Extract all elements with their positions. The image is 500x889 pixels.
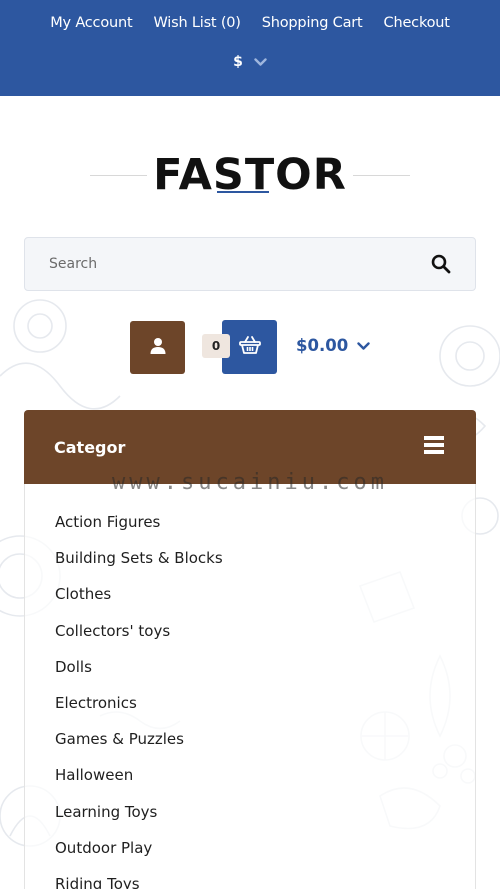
- account-button[interactable]: [130, 321, 185, 374]
- header-actions: 0 $0.00: [0, 320, 500, 375]
- hamburger-icon[interactable]: [424, 436, 444, 458]
- search-icon[interactable]: [431, 254, 451, 274]
- cart-total-dropdown[interactable]: $0.00: [296, 336, 370, 355]
- category-item-games-puzzles[interactable]: Games & Puzzles: [25, 721, 475, 757]
- category-item-action-figures[interactable]: Action Figures: [25, 504, 475, 540]
- wish-list-link[interactable]: Wish List (0): [153, 15, 240, 31]
- logo-text-part3: OR: [275, 150, 347, 200]
- site-logo[interactable]: FASTOR: [90, 150, 410, 202]
- currency-selector[interactable]: $: [0, 54, 500, 70]
- search-input[interactable]: [49, 256, 431, 272]
- category-item-learning-toys[interactable]: Learning Toys: [25, 794, 475, 830]
- top-nav: My Account Wish List (0) Shopping Cart C…: [0, 15, 500, 31]
- category-item-building-sets[interactable]: Building Sets & Blocks: [25, 540, 475, 576]
- category-item-halloween[interactable]: Halloween: [25, 757, 475, 793]
- chevron-down-icon: [254, 57, 267, 67]
- cart-count-badge: 0: [202, 334, 230, 358]
- cart-button[interactable]: [222, 320, 277, 374]
- category-item-riding-toys[interactable]: Riding Toys: [25, 866, 475, 889]
- search-bar: [24, 237, 476, 291]
- top-bar: My Account Wish List (0) Shopping Cart C…: [0, 0, 500, 96]
- my-account-link[interactable]: My Account: [50, 15, 132, 31]
- category-item-dolls[interactable]: Dolls: [25, 649, 475, 685]
- checkout-link[interactable]: Checkout: [384, 15, 450, 31]
- shopping-cart-link[interactable]: Shopping Cart: [262, 15, 363, 31]
- currency-symbol: $: [233, 54, 243, 70]
- watermark-text: www.sucainiu.com: [112, 470, 388, 495]
- category-list: Action Figures Building Sets & Blocks Cl…: [24, 484, 476, 889]
- chevron-down-icon: [357, 336, 370, 355]
- category-item-electronics[interactable]: Electronics: [25, 685, 475, 721]
- category-title: Categor: [54, 437, 126, 457]
- category-item-clothes[interactable]: Clothes: [25, 576, 475, 612]
- user-icon: [149, 337, 167, 359]
- basket-icon: [238, 335, 261, 359]
- category-item-outdoor-play[interactable]: Outdoor Play: [25, 830, 475, 866]
- category-item-collectors-toys[interactable]: Collectors' toys: [25, 613, 475, 649]
- logo-accent-underline: [217, 191, 269, 193]
- cart-total-amount: $0.00: [296, 336, 349, 355]
